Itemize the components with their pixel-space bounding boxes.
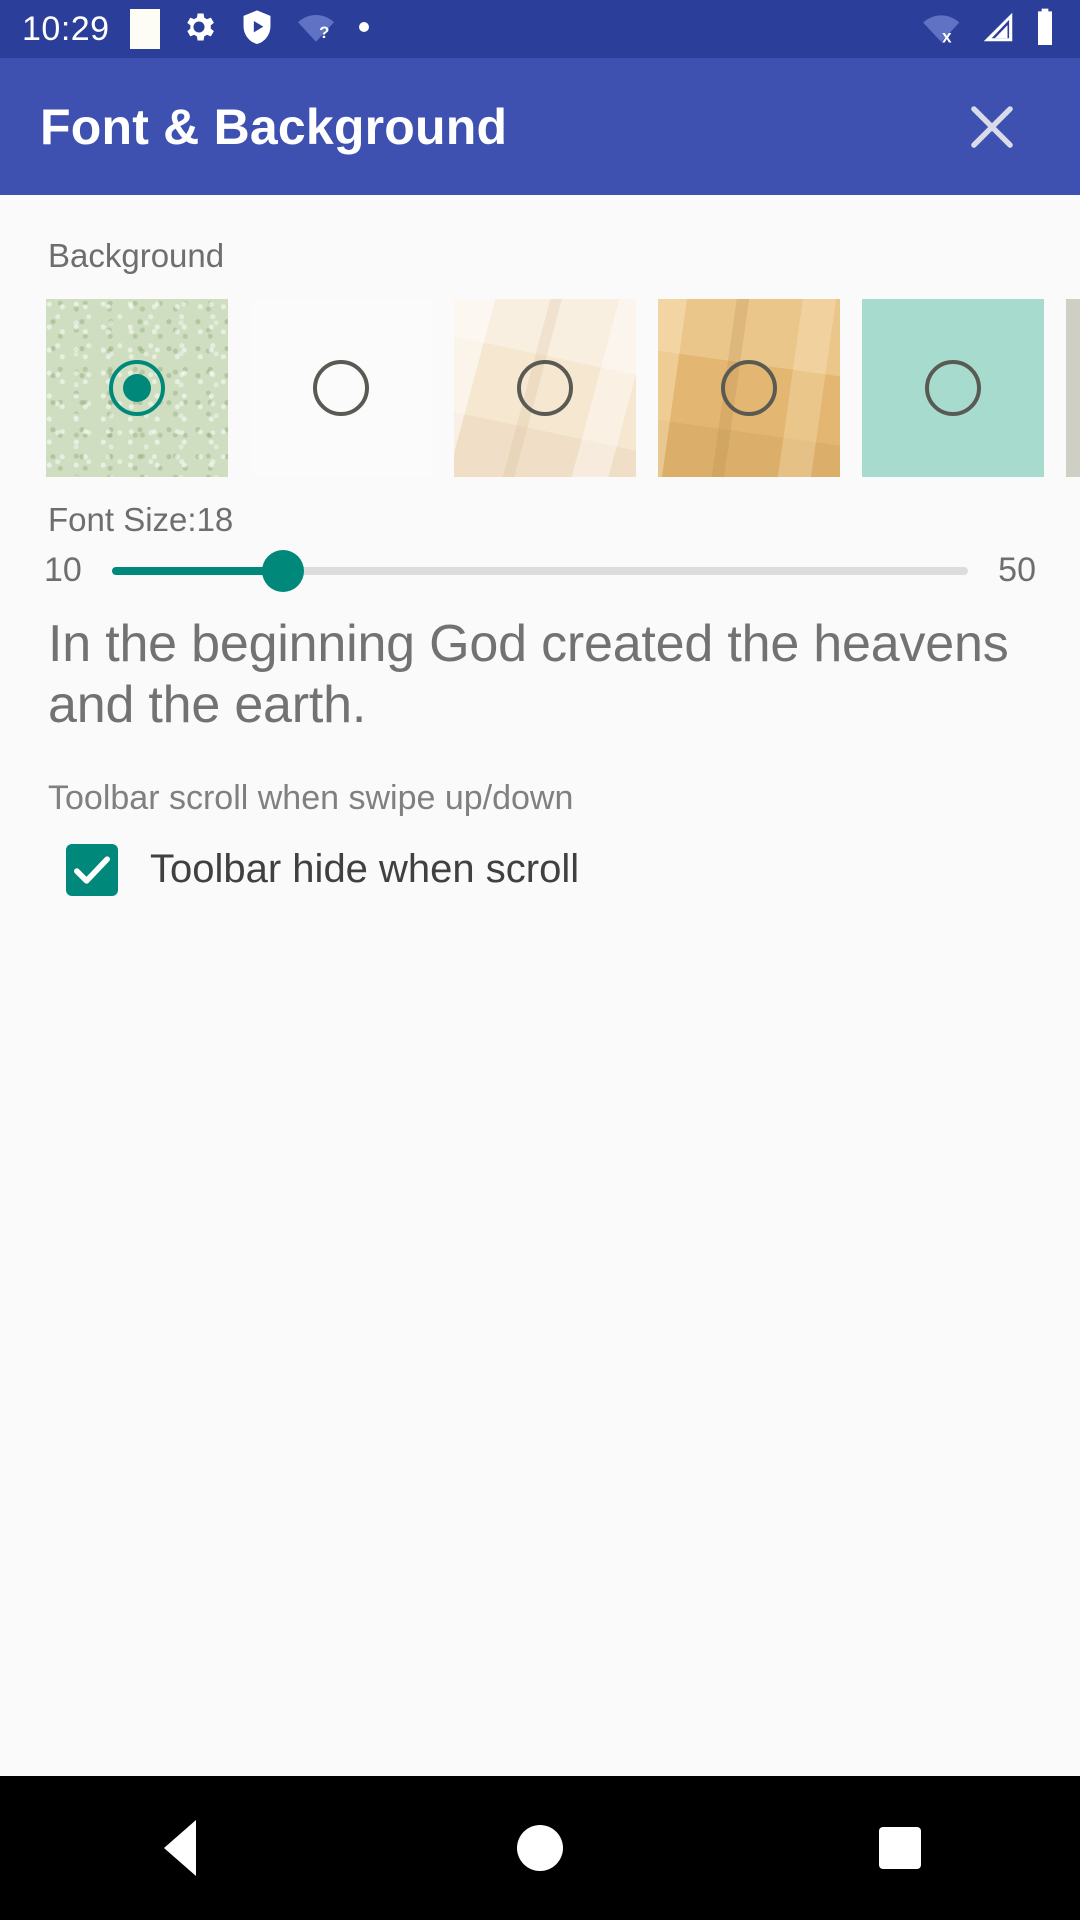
font-preview-text: In the beginning God created the heavens… xyxy=(48,615,1009,735)
checkmark-icon xyxy=(74,856,110,884)
slider-fill xyxy=(112,566,284,575)
status-bar: 10:29 ? x xyxy=(0,0,1080,58)
toolbar-hide-checkbox-row[interactable]: Toolbar hide when scroll xyxy=(0,818,1080,896)
dot-icon xyxy=(356,19,372,40)
font-size-slider[interactable] xyxy=(112,549,968,592)
toolbar-hide-checkbox-label: Toolbar hide when scroll xyxy=(150,847,580,892)
wifi-off-icon: x xyxy=(920,8,964,51)
play-shield-icon xyxy=(238,8,276,51)
white-square-icon xyxy=(129,9,160,49)
nav-recents-button[interactable] xyxy=(810,1776,990,1920)
android-nav-bar xyxy=(0,1776,1080,1920)
background-swatch-mint-green[interactable] xyxy=(862,299,1044,477)
wifi-question-icon: ? xyxy=(296,8,336,51)
cellular-signal-icon xyxy=(978,8,1018,51)
nav-home-button[interactable] xyxy=(450,1776,630,1920)
background-swatch-tan-parchment[interactable] xyxy=(658,299,840,477)
status-bar-clock: 10:29 xyxy=(22,10,110,48)
nav-back-button[interactable] xyxy=(90,1776,270,1920)
recents-square-icon xyxy=(879,1827,921,1869)
toolbar-section-label: Toolbar scroll when swipe up/down xyxy=(48,778,574,817)
slider-thumb[interactable] xyxy=(262,549,305,592)
app-bar: Font & Background xyxy=(0,58,1080,195)
radio-unselected-icon[interactable] xyxy=(721,360,777,416)
toolbar-hide-checkbox[interactable] xyxy=(66,843,118,896)
background-section-label: Background xyxy=(48,237,225,274)
background-swatch-cream-parchment[interactable] xyxy=(454,299,636,477)
slider-max-label: 50 xyxy=(998,551,1036,589)
back-triangle-icon xyxy=(164,1820,196,1876)
settings-content: Background Font Size:18 10 50 In the beg… xyxy=(0,195,1080,1776)
font-size-slider-row[interactable]: 10 50 xyxy=(0,539,1080,592)
battery-icon xyxy=(1032,7,1058,52)
status-bar-right-group: x xyxy=(920,7,1058,52)
slider-min-label: 10 xyxy=(44,551,82,589)
font-size-label: Font Size:18 xyxy=(48,501,234,538)
background-swatch-list[interactable] xyxy=(0,299,1080,479)
svg-text:?: ? xyxy=(319,22,329,41)
background-swatch-white-plain[interactable] xyxy=(250,299,432,477)
status-bar-left-group: 10:29 ? xyxy=(22,8,372,51)
gear-icon xyxy=(180,8,218,51)
radio-unselected-icon[interactable] xyxy=(517,360,573,416)
radio-unselected-icon[interactable] xyxy=(313,360,369,416)
background-swatch-green-texture[interactable] xyxy=(46,299,228,477)
close-icon xyxy=(971,105,1013,148)
home-circle-icon xyxy=(517,1825,563,1871)
close-button[interactable] xyxy=(944,79,1040,175)
radio-selected-icon[interactable] xyxy=(109,360,165,416)
page-title: Font & Background xyxy=(40,98,508,155)
background-swatch-gray-partial[interactable] xyxy=(1066,299,1080,477)
svg-text:x: x xyxy=(942,26,952,45)
radio-unselected-icon[interactable] xyxy=(925,360,981,416)
